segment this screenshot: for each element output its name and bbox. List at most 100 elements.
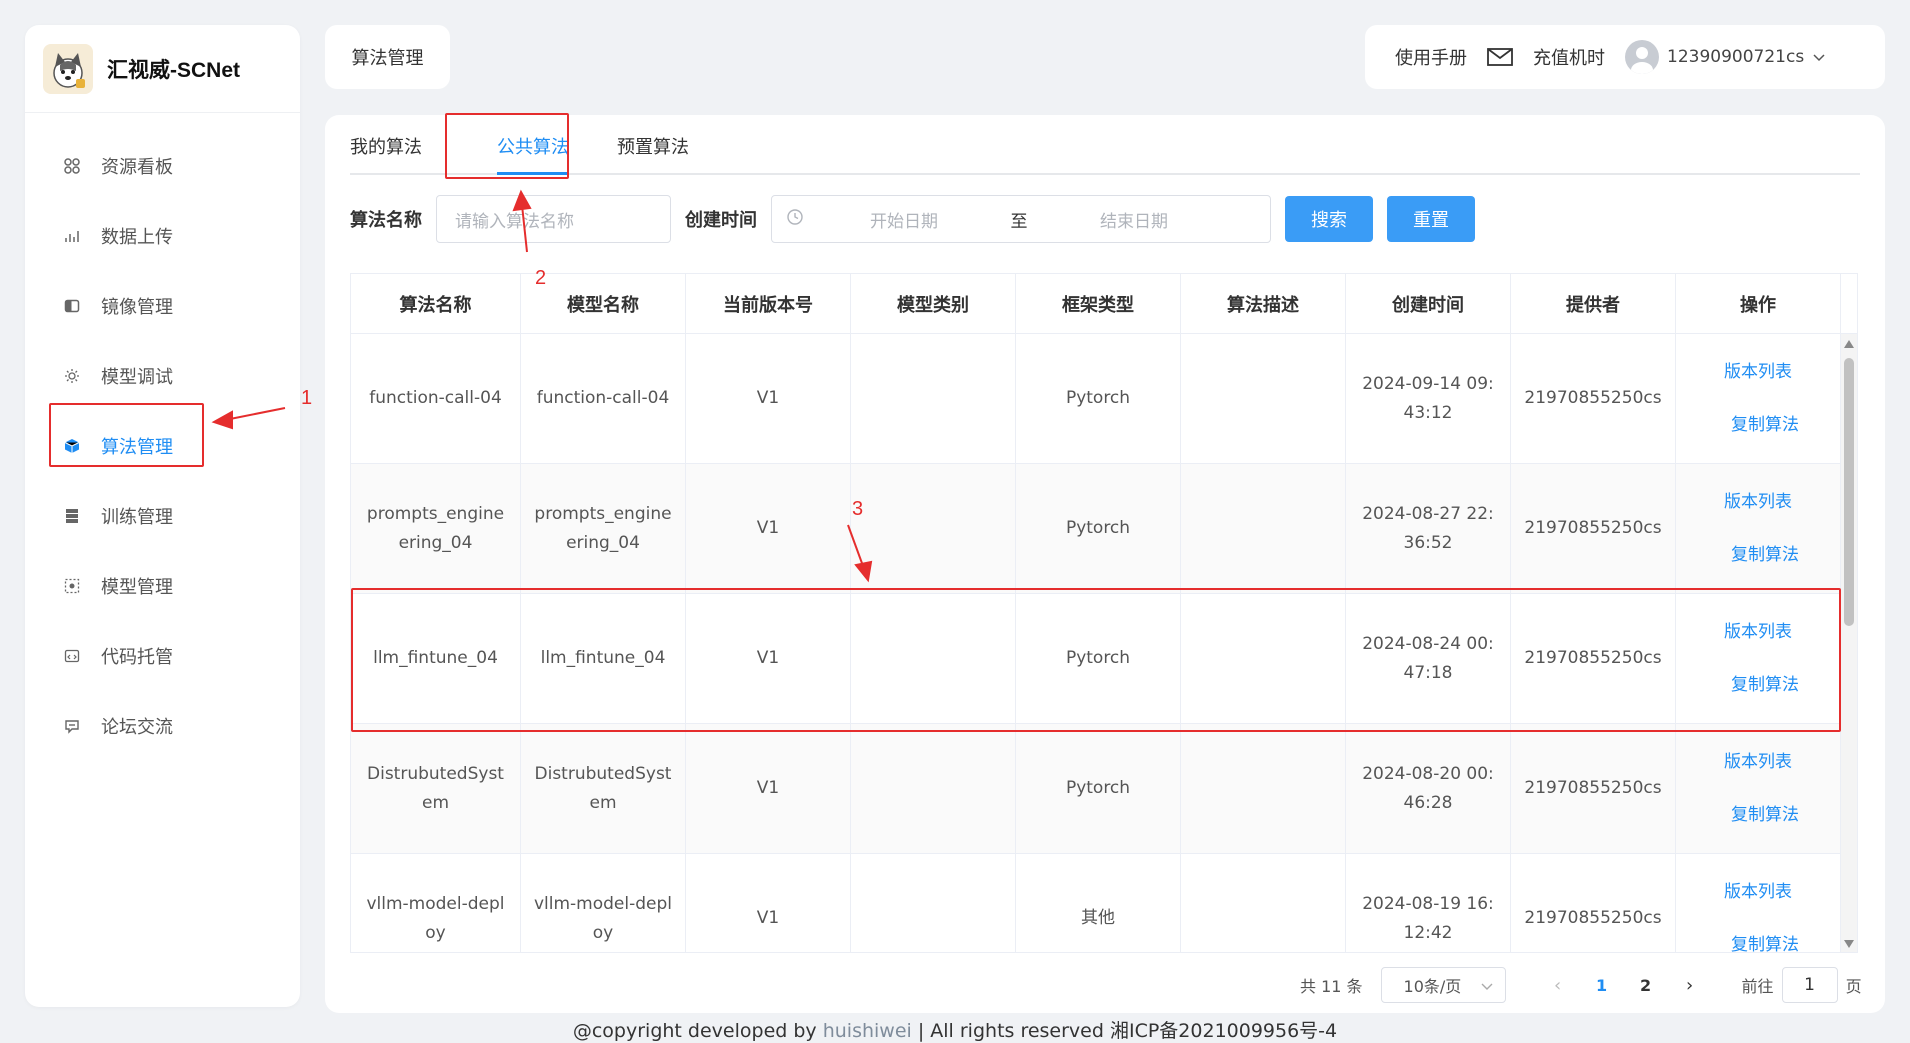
copy-algorithm-link[interactable]: 复制算法 [1731,801,1799,830]
reset-button[interactable]: 重置 [1387,196,1475,242]
cell-model-name: prompts_engineering_04 [521,464,686,593]
goto-label: 前往 [1741,977,1774,996]
sidebar-item-data-upload[interactable]: 数据上传 [25,201,300,271]
next-page-icon[interactable]: › [1668,975,1712,996]
sidebar-item-forum[interactable]: 论坛交流 [25,691,300,761]
page-1-button[interactable]: 1 [1580,976,1624,995]
cell-created-time: 2024-08-19 16:12:42 [1346,854,1511,952]
tab-preset-algorithms[interactable]: 预置算法 [617,133,689,173]
grid-icon [63,157,81,175]
algorithm-tabs: 我的算法 公共算法 预置算法 [350,115,1860,175]
cell-provider: 21970855250cs [1511,854,1676,952]
cell-provider: 21970855250cs [1511,334,1676,463]
cell-provider: 21970855250cs [1511,724,1676,853]
app-logo[interactable]: 汇视威-SCNet [25,25,300,113]
search-button[interactable]: 搜索 [1285,196,1373,242]
col-provider: 提供者 [1511,274,1676,333]
cell-model-category [851,724,1016,853]
cell-created-time: 2024-09-14 09:43:12 [1346,334,1511,463]
date-separator: 至 [1010,211,1028,232]
start-date-input[interactable]: 开始日期 [834,207,974,232]
cell-version: V1 [686,464,851,593]
code-icon [63,647,81,665]
sidebar-item-label: 资源看板 [101,157,173,178]
cell-model-category [851,464,1016,593]
version-list-link[interactable]: 版本列表 [1724,358,1792,387]
algorithm-name-input[interactable]: 请输入算法名称 [436,195,671,243]
sidebar-item-code-hosting[interactable]: 代码托管 [25,621,300,691]
cell-algorithm-name: prompts_engineering_04 [351,464,521,593]
col-created-time: 创建时间 [1346,274,1511,333]
goto-page-input[interactable]: 1 [1781,967,1838,1003]
recharge-link[interactable]: 充值机时 [1533,44,1605,70]
col-model-category: 模型类别 [851,274,1016,333]
sidebar-item-model-debug[interactable]: 模型调试 [25,341,300,411]
cell-algorithm-name: vllm-model-deploy [351,854,521,952]
page-2-button[interactable]: 2 [1624,976,1668,995]
cell-framework: 其他 [1016,854,1181,952]
chat-icon [63,717,81,735]
scroll-up-arrow-icon[interactable] [1844,340,1854,348]
copy-algorithm-link[interactable]: 复制算法 [1731,411,1799,440]
cell-version: V1 [686,854,851,952]
cell-actions: 版本列表 复制算法 [1676,854,1841,953]
pagination: 共 11 条 10条/页 ‹ 1 2 › 前往 1 页 [1300,967,1862,1003]
table-row: prompts_engineering_04 prompts_engineeri… [351,464,1857,594]
table-row: DistrubutedSystem DistrubutedSystem V1 P… [351,724,1857,854]
avatar [1625,40,1659,74]
date-range-picker[interactable]: 开始日期 至 结束日期 [771,195,1271,243]
cell-created-time: 2024-08-20 00:46:28 [1346,724,1511,853]
logo-dog-icon [43,43,93,94]
cell-version: V1 [686,724,851,853]
copy-algorithm-link[interactable]: 复制算法 [1731,541,1799,570]
version-list-link[interactable]: 版本列表 [1724,748,1792,777]
version-list-link[interactable]: 版本列表 [1724,488,1792,517]
tab-my-algorithms[interactable]: 我的算法 [350,133,422,173]
table-scrollbar[interactable] [1841,334,1857,952]
cell-framework: Pytorch [1016,724,1181,853]
copy-algorithm-link[interactable]: 复制算法 [1731,931,1799,953]
footer-suffix: | All rights reserved 湘ICP备2021009956号-4 [911,1020,1338,1042]
annotation-box-table-row [351,588,1841,732]
scroll-down-arrow-icon[interactable] [1844,940,1854,948]
scroll-thumb[interactable] [1844,358,1854,626]
end-date-input[interactable]: 结束日期 [1064,207,1204,232]
manual-link[interactable]: 使用手册 [1395,44,1467,70]
cell-actions: 版本列表 复制算法 [1676,724,1841,853]
table-row: function-call-04 function-call-04 V1 Pyt… [351,334,1857,464]
network-icon [63,577,81,595]
main-panel: 我的算法 公共算法 预置算法 算法名称 请输入算法名称 创建时间 开始日期 至 … [325,115,1885,1013]
username: 12390900721cs [1667,47,1805,67]
cell-version: V1 [686,334,851,463]
annotation-label-3: 3 [852,498,864,520]
sidebar-item-label: 数据上传 [101,227,173,248]
sidebar-item-label: 模型调试 [101,367,173,388]
col-description: 算法描述 [1181,274,1346,333]
cell-provider: 21970855250cs [1511,464,1676,593]
version-list-link[interactable]: 版本列表 [1724,878,1792,907]
table-header: 算法名称 模型名称 当前版本号 模型类别 框架类型 算法描述 创建时间 提供者 … [351,274,1857,334]
sidebar-item-training-management[interactable]: 训练管理 [25,481,300,551]
col-actions: 操作 [1676,274,1841,333]
image-icon [63,297,81,315]
goto-page: 前往 1 页 [1742,967,1862,1003]
sidebar-item-model-management[interactable]: 模型管理 [25,551,300,621]
cell-actions: 版本列表 复制算法 [1676,464,1841,593]
mail-icon[interactable] [1487,47,1513,67]
sidebar-item-label: 代码托管 [101,647,173,668]
page-size-value: 10条/页 [1403,977,1462,996]
sidebar-item-image-management[interactable]: 镜像管理 [25,271,300,341]
col-framework: 框架类型 [1016,274,1181,333]
annotation-label-1: 1 [301,387,313,409]
cell-actions: 版本列表 复制算法 [1676,334,1841,463]
cell-algorithm-name: function-call-04 [351,334,521,463]
user-menu[interactable]: 12390900721cs [1625,40,1826,74]
page-size-select[interactable]: 10条/页 [1380,967,1506,1003]
prev-page-icon[interactable]: ‹ [1536,975,1580,996]
sidebar-item-resource-board[interactable]: 资源看板 [25,131,300,201]
col-algorithm-name: 算法名称 [351,274,521,333]
filter-bar: 算法名称 请输入算法名称 创建时间 开始日期 至 结束日期 搜索 重置 [350,195,1475,243]
footer-brand-link[interactable]: huishiwei [823,1020,912,1042]
cell-framework: Pytorch [1016,334,1181,463]
annotation-box-sidebar [49,403,204,467]
